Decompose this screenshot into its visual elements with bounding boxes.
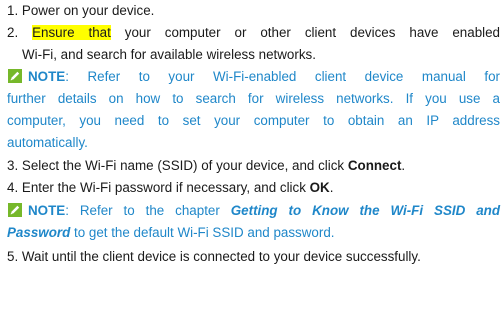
note-2: NOTE: Refer to the chapter Getting to Kn… [7,201,500,221]
note-1: NOTE: Refer to your Wi-Fi-enabled client… [7,67,500,87]
highlighted-text: Ensure that [32,25,111,40]
pencil-note-icon [8,203,22,217]
step-3: 3. Select the Wi-Fi name (SSID) of your … [7,156,500,176]
manual-page: 1. Power on your device. 2. Ensure that … [0,0,504,322]
note-2-line-1: : Refer to the chapter [65,203,231,218]
step-5: 5. Wait until the client device is conne… [7,247,500,267]
step-2-continued: Wi-Fi, and search for available wireless… [22,45,500,65]
step-1-text: 1. Power on your device. [7,3,155,18]
chapter-reference: Getting to Know the Wi-Fi SSID and [230,203,500,218]
note-1-line-3: computer, you need to set your computer … [7,113,500,128]
note-2-line-2-row: Password to get the default Wi-Fi SSID a… [7,223,500,243]
note-2-label: NOTE [28,203,66,218]
connect-label: Connect [347,158,402,173]
note-1-line-4: automatically. [7,135,88,150]
note-1-line-2-row: further details on how to search for wir… [7,89,500,109]
note-1-line-1: : Refer to your Wi-Fi-enabled client dev… [65,69,500,84]
note-2-line-2: to get the default Wi-Fi SSID and passwo… [70,225,335,240]
step-2: 2. Ensure that your computer or other cl… [7,23,500,43]
note-1-line-4-row: automatically. [7,133,500,153]
step-4: 4. Enter the Wi-Fi password if necessary… [7,178,500,198]
step-5-text: 5. Wait until the client device is conne… [7,249,421,264]
step-3-text: 3. Select the Wi-Fi name (SSID) of your … [7,158,348,173]
step-3-end: . [401,158,406,173]
chapter-reference-cont: Password [7,225,71,240]
step-4-end: . [329,180,334,195]
ok-label: OK [309,180,330,195]
step-2-text: your computer or other client devices ha… [110,25,501,40]
step-1: 1. Power on your device. [7,1,500,21]
note-1-line-3-row: computer, you need to set your computer … [7,111,500,131]
step-2-text-cont: Wi-Fi, and search for available wireless… [22,47,316,62]
note-1-line-2: further details on how to search for wir… [7,91,500,106]
note-1-label: NOTE [28,69,66,84]
step-4-text: 4. Enter the Wi-Fi password if necessary… [7,180,310,195]
step-2-number: 2. [7,25,33,40]
pencil-note-icon [8,69,22,83]
